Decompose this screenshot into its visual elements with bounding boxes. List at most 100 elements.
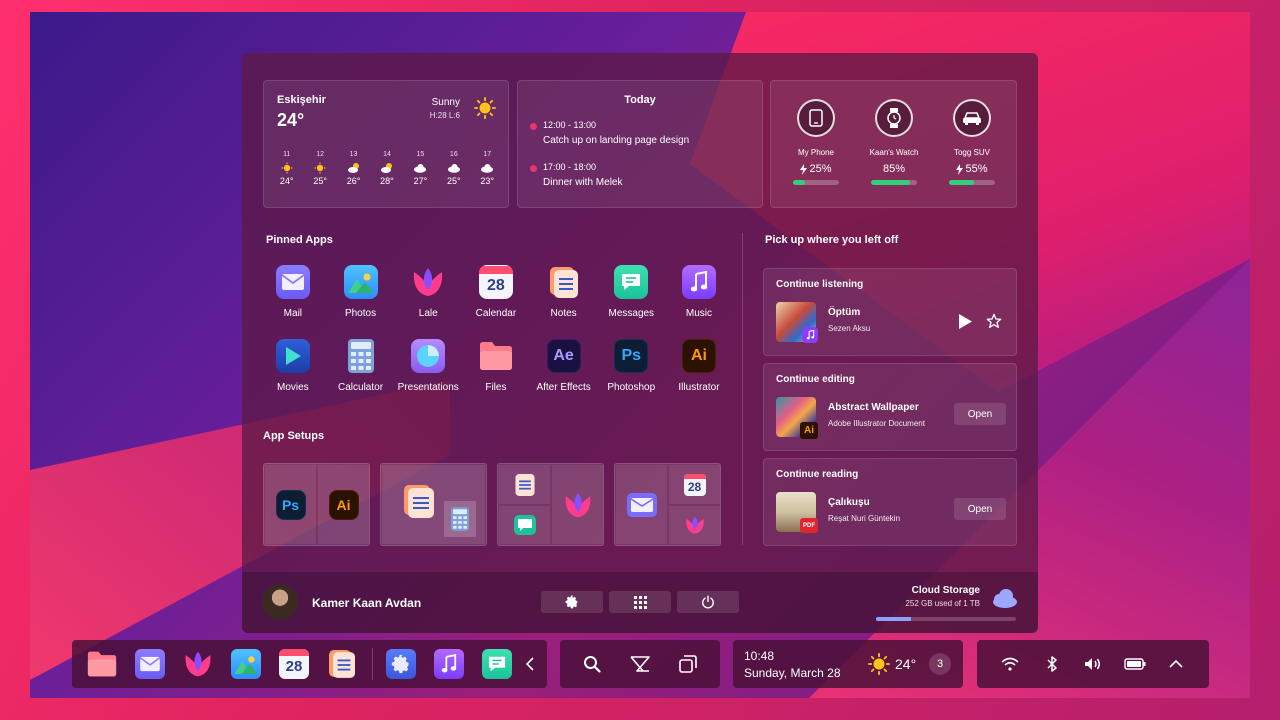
notes-icon [514, 473, 535, 496]
calendar-header [279, 649, 309, 656]
weather-temperature: 24° [277, 110, 305, 130]
forecast-temp: 24° [279, 176, 294, 186]
device-percent: 85% [882, 163, 906, 175]
music-icon[interactable] [434, 649, 464, 679]
continue-reading-card[interactable]: Continue reading PDF Çalıkuşu Reşat Nuri… [763, 458, 1017, 546]
mail-icon[interactable] [135, 649, 165, 679]
weather-condition: Sunny [431, 97, 460, 108]
app-after-effects[interactable]: Ae After Effects [530, 339, 598, 393]
wifi-icon[interactable] [999, 654, 1021, 674]
setup-cell [552, 465, 603, 544]
taskbar-clock[interactable]: 10:48 Sunday, March 28 24° 3 [733, 640, 963, 688]
photoshop-icon: Ps [614, 339, 649, 373]
forecast-day: 15 27° [404, 151, 437, 186]
watch-icon [875, 99, 913, 137]
app-label: Notes [550, 308, 577, 319]
gear-icon[interactable] [386, 649, 416, 679]
power-button[interactable] [677, 591, 739, 613]
open-button[interactable]: Open [954, 498, 1006, 520]
volume-icon[interactable] [1082, 654, 1104, 674]
app-messages[interactable]: Messages [597, 265, 665, 319]
event-dot [530, 165, 537, 172]
photos-icon[interactable] [231, 649, 261, 679]
setup-cell: Ai [318, 465, 369, 544]
app-photoshop[interactable]: Ps Photoshop [597, 339, 665, 393]
avatar[interactable] [262, 584, 298, 620]
app-label: Lale [418, 308, 438, 319]
cloud-storage-title: Cloud Storage [911, 585, 980, 596]
device-car[interactable]: Togg SUV 55% [932, 99, 1012, 185]
battery-icon[interactable] [1124, 654, 1146, 674]
app-setup-adobe[interactable]: Ps Ai [263, 463, 370, 546]
app-setup-notes-messages-lale[interactable] [497, 463, 604, 546]
card-heading: Continue editing [776, 374, 855, 385]
document-type: Adobe Illustrator Document [828, 419, 925, 428]
app-setup-notes-calculator[interactable] [380, 463, 487, 546]
power-icon [702, 595, 714, 609]
weather-high-low: H:28 L:6 [429, 111, 460, 120]
lale-icon[interactable] [183, 649, 213, 679]
app-label: Messages [608, 308, 655, 319]
setup-cell [499, 465, 550, 504]
app-music[interactable]: Music [665, 265, 733, 319]
start-menu-footer: Kamer Kaan Avdan Cloud Storage 252 GB us… [242, 572, 1038, 633]
device-percent: 25% [809, 163, 832, 175]
device-watch[interactable]: Kaan's Watch 85% [854, 99, 934, 185]
document-title: Abstract Wallpaper [828, 402, 919, 413]
app-label: Photos [344, 308, 377, 319]
app-calculator[interactable]: Calculator [327, 339, 395, 393]
all-apps-button[interactable] [609, 591, 671, 613]
device-phone[interactable]: My Phone 25% [776, 99, 856, 185]
calendar-icon[interactable]: 28 [279, 649, 309, 679]
app-photos[interactable]: Photos [327, 265, 395, 319]
app-movies[interactable]: Movies [259, 339, 327, 393]
device-battery: 85% [883, 163, 905, 175]
taskbar-apps: 28 [72, 640, 547, 688]
forecast-day: 13 26° [337, 151, 370, 186]
gear-icon [565, 595, 578, 609]
weather-widget[interactable]: Eskişehir 24° Sunny H:28 L:6 11 24° 12 2… [263, 80, 509, 208]
lale-icon [565, 492, 590, 517]
notes-icon[interactable] [327, 649, 357, 679]
play-icon[interactable] [959, 314, 972, 329]
settings-button[interactable] [541, 591, 603, 613]
app-label: Photoshop [607, 382, 656, 393]
app-files[interactable]: Files [462, 339, 530, 393]
devices-battery-widget[interactable]: My Phone 25% Kaan's Watch 85% Togg SUV 5… [770, 80, 1017, 208]
notification-badge[interactable]: 3 [929, 653, 951, 675]
star-icon[interactable] [986, 313, 1002, 329]
search-icon[interactable] [581, 654, 603, 674]
user-name[interactable]: Kamer Kaan Avdan [312, 596, 421, 610]
continue-listening-card[interactable]: Continue listening Öptüm Sezen Aksu [763, 268, 1017, 356]
chevron-left-icon[interactable] [520, 649, 540, 679]
setup-cell: 28 [669, 465, 720, 504]
launcher-icon[interactable] [629, 654, 651, 674]
movies-icon [275, 339, 310, 373]
bluetooth-icon[interactable] [1041, 654, 1063, 674]
open-button[interactable]: Open [954, 403, 1006, 425]
app-illustrator[interactable]: Ai Illustrator [665, 339, 733, 393]
app-lale[interactable]: Lale [394, 265, 462, 319]
clock-time: 10:48 [744, 649, 775, 663]
today-widget[interactable]: Today 12:00 - 13:00 Catch up on landing … [517, 80, 763, 208]
app-presentations[interactable]: Presentations [394, 339, 462, 393]
task-view-icon[interactable] [677, 654, 699, 674]
app-setup-mail-calendar-lale[interactable]: 28 [614, 463, 721, 546]
continue-editing-card[interactable]: Continue editing Ai Abstract Wallpaper A… [763, 363, 1017, 451]
app-label: Calculator [338, 382, 384, 393]
notes-icon [404, 485, 434, 519]
app-mail[interactable]: Mail [259, 265, 327, 319]
weather-city: Eskişehir [277, 94, 326, 106]
messages-icon[interactable] [482, 649, 512, 679]
lale-icon [411, 265, 445, 299]
cloud-icon[interactable] [992, 588, 1018, 608]
forecast-day-label: 16 [449, 151, 458, 158]
sun-icon [868, 653, 890, 675]
files-icon[interactable] [87, 649, 117, 679]
app-calendar[interactable]: 28 Calendar [462, 265, 530, 319]
card-heading: Continue reading [776, 469, 859, 480]
battery-bar [871, 180, 917, 185]
chevron-up-icon[interactable] [1165, 654, 1187, 674]
cloud-icon [480, 162, 494, 174]
app-notes[interactable]: Notes [530, 265, 598, 319]
